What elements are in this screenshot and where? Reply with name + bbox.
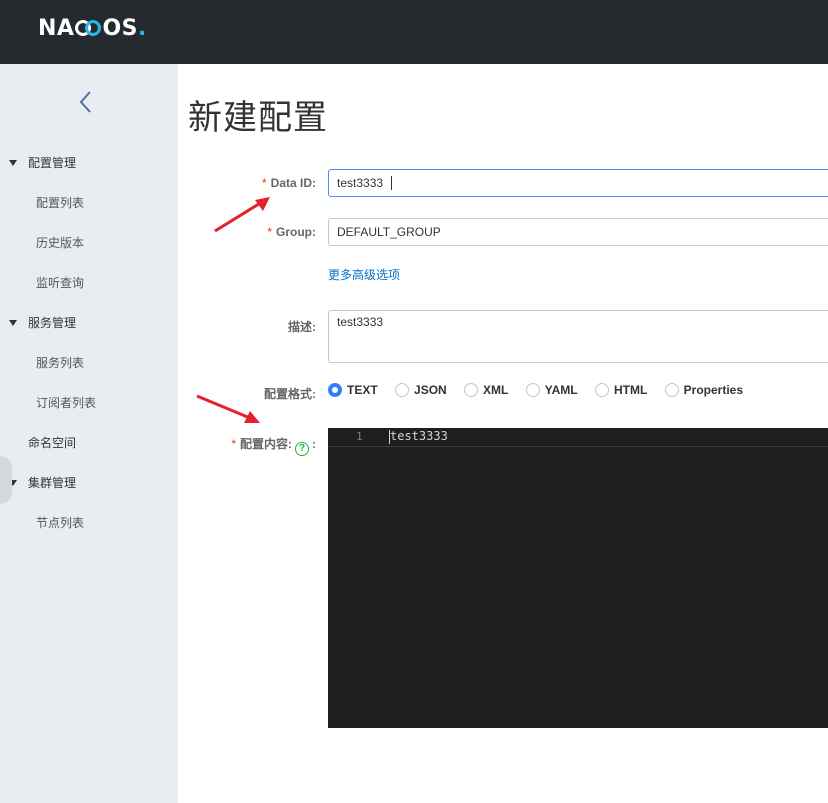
group-label-text: Group:	[276, 225, 316, 239]
sidebar-item-config-list[interactable]: 配置列表	[0, 183, 178, 223]
caret-down-icon	[9, 320, 17, 326]
sidebar-item-listener-query[interactable]: 监听查询	[0, 263, 178, 303]
description-textarea[interactable]: test3333	[328, 310, 828, 363]
sidebar-item-label: 历史版本	[36, 236, 85, 250]
format-radio-properties[interactable]: Properties	[664, 383, 744, 397]
logo-dot: .	[138, 16, 147, 41]
format-radio-group: TEXT JSON XML YAML HTML Properties	[328, 383, 757, 401]
sidebar-group-config[interactable]: 配置管理	[0, 143, 178, 183]
description-value: test3333	[337, 315, 384, 329]
radio-label: HTML	[613, 383, 648, 397]
logo-ring-blue-icon	[85, 20, 102, 36]
data-id-value: test3333	[337, 176, 384, 190]
required-mark: *	[267, 225, 272, 239]
sidebar-item-label: 配置列表	[36, 196, 85, 210]
sidebar-group-label: 服务管理	[28, 316, 77, 330]
page-title: 新建配置	[188, 98, 328, 138]
radio-icon	[525, 383, 540, 397]
sidebar-item-namespace[interactable]: 命名空间	[0, 423, 178, 463]
sidebar-item-label: 服务列表	[36, 356, 85, 370]
group-value: DEFAULT_GROUP	[337, 225, 441, 239]
code-editor[interactable]: 1 test3333	[328, 428, 828, 728]
radio-label: Properties	[683, 383, 744, 397]
nacos-logo[interactable]: NA OS.	[38, 15, 147, 43]
logo-text-start: NA	[38, 16, 75, 41]
radio-icon	[395, 383, 410, 397]
sidebar-item-service-list[interactable]: 服务列表	[0, 343, 178, 383]
format-radio-yaml[interactable]: YAML	[525, 383, 578, 397]
content-label-colon: :	[312, 437, 316, 451]
content-label-text: 配置内容:	[240, 437, 292, 451]
radio-icon	[594, 383, 609, 397]
sidebar-toggle-handle[interactable]	[0, 456, 12, 504]
sidebar-item-subscriber-list[interactable]: 订阅者列表	[0, 383, 178, 423]
sidebar-group-label: 配置管理	[28, 156, 77, 170]
data-id-label: * Data ID:	[262, 176, 316, 190]
line-number: 1	[356, 430, 363, 443]
radio-label: TEXT	[347, 383, 378, 397]
required-mark: *	[261, 176, 267, 190]
sidebar-group-label: 集群管理	[28, 476, 77, 490]
radio-checked-icon	[328, 383, 342, 397]
editor-code-text: test3333	[390, 429, 448, 443]
caret-down-icon	[9, 160, 17, 166]
sidebar: 配置管理 配置列表 历史版本 监听查询 服务管理 服务列表 订阅者列表 命名空间…	[0, 64, 178, 803]
editor-active-line: 1 test3333	[328, 428, 828, 447]
content-label: * 配置内容:?:	[231, 435, 316, 456]
format-radio-html[interactable]: HTML	[594, 383, 648, 397]
sidebar-item-node-list[interactable]: 节点列表	[0, 503, 178, 543]
group-label: * Group:	[267, 225, 316, 239]
description-label: 描述:	[288, 320, 316, 334]
question-circle-icon[interactable]: ?	[295, 442, 309, 456]
sidebar-group-label: 命名空间	[28, 436, 77, 450]
logo-text-end: OS	[102, 16, 138, 41]
format-radio-text[interactable]: TEXT	[328, 383, 378, 397]
group-input[interactable]: DEFAULT_GROUP	[328, 218, 828, 246]
radio-icon	[464, 383, 479, 397]
sidebar-item-label: 节点列表	[36, 516, 85, 530]
radio-label: YAML	[544, 383, 578, 397]
sidebar-group-cluster[interactable]: 集群管理	[0, 463, 178, 503]
sidebar-item-label: 监听查询	[36, 276, 85, 290]
format-radio-json[interactable]: JSON	[395, 383, 447, 397]
main-content: 新建配置 * Data ID: test3333 * Group: DEFAULT_…	[178, 64, 828, 803]
more-advanced-options-link[interactable]: 更多高级选项	[328, 266, 400, 283]
radio-label: JSON	[414, 383, 447, 397]
sidebar-item-label: 订阅者列表	[36, 396, 97, 410]
data-id-label-text: Data ID:	[270, 176, 316, 190]
sidebar-item-history[interactable]: 历史版本	[0, 223, 178, 263]
sidebar-group-service[interactable]: 服务管理	[0, 303, 178, 343]
text-cursor	[391, 176, 393, 190]
required-mark: *	[231, 437, 236, 451]
format-radio-xml[interactable]: XML	[464, 383, 508, 397]
radio-label: XML	[483, 383, 509, 397]
chevron-left-icon[interactable]	[76, 88, 96, 116]
top-navbar: NA OS.	[0, 0, 828, 64]
data-id-input[interactable]: test3333	[328, 169, 828, 197]
format-label: 配置格式:	[264, 387, 316, 401]
radio-icon	[664, 383, 679, 397]
